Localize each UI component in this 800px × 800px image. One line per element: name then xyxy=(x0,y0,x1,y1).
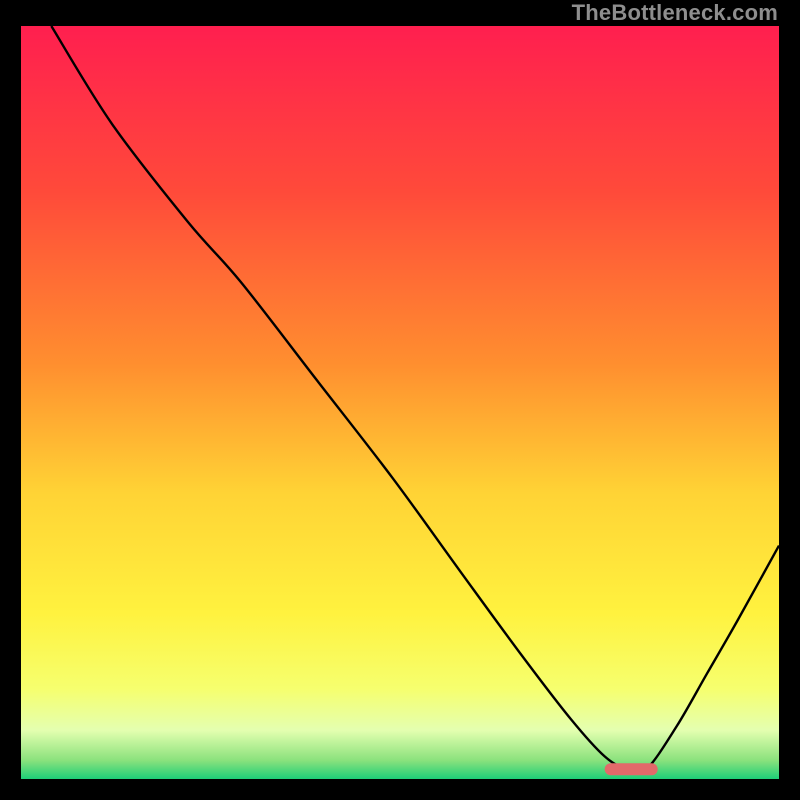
gradient-background xyxy=(21,26,779,779)
watermark-text: TheBottleneck.com xyxy=(572,0,778,26)
optimal-marker xyxy=(605,763,658,775)
chart-frame: TheBottleneck.com xyxy=(0,0,800,800)
bottleneck-plot xyxy=(21,26,779,779)
